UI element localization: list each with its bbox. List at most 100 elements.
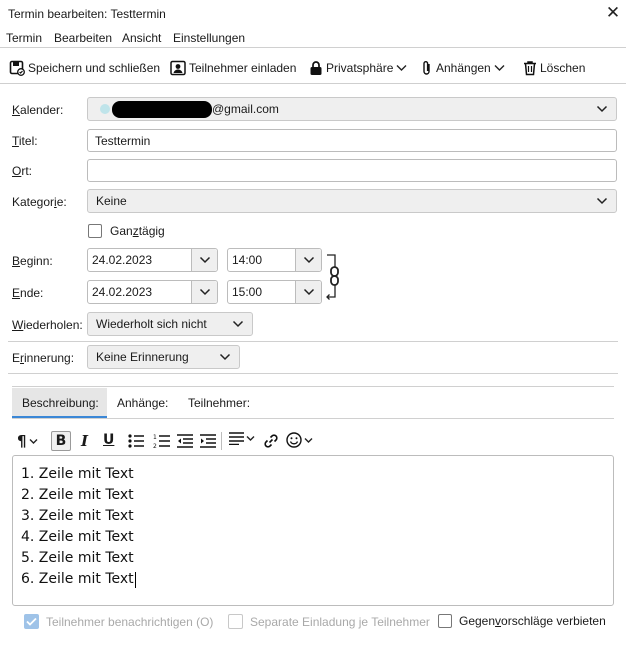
- end-time-dropdown[interactable]: [295, 281, 321, 303]
- chevron-down-icon: [494, 65, 505, 71]
- attach-button[interactable]: Anhängen: [421, 59, 505, 77]
- invite-button[interactable]: Teilnehmer einladen: [170, 59, 296, 77]
- chevron-down-icon: [199, 288, 210, 296]
- tab-teilnehmer[interactable]: Teilnehmer:: [188, 396, 250, 410]
- reminder-select[interactable]: Keine Erinnerung: [87, 345, 240, 369]
- title-input[interactable]: Testtermin: [87, 129, 617, 152]
- outdent-icon[interactable]: [177, 434, 193, 448]
- description-line: 4. Zeile mit Text: [21, 529, 134, 545]
- chevron-down-icon: [219, 353, 231, 361]
- invite-icon: [170, 60, 186, 76]
- bulleted-list-icon[interactable]: [128, 434, 144, 448]
- checkmark-icon: [26, 617, 37, 626]
- end-time-value: 15:00: [232, 285, 263, 299]
- tab-beschreibung-label: Beschreibung:: [22, 396, 99, 410]
- chevron-down-icon: [199, 256, 210, 264]
- title-label: Titel:: [12, 134, 38, 148]
- delete-label: Löschen: [540, 61, 586, 75]
- bold-button[interactable]: B: [51, 431, 71, 451]
- notify-attendees-checkbox[interactable]: [24, 614, 39, 629]
- disallow-counter-row[interactable]: Gegenvorschläge verbieten: [438, 614, 606, 628]
- numbered-list-icon[interactable]: 1 2: [153, 433, 170, 449]
- chevron-down-icon: [596, 197, 608, 205]
- divider: [8, 341, 618, 342]
- notify-attendees-label: Teilnehmer benachrichtigen (O): [46, 614, 214, 629]
- paperclip-icon: [423, 61, 430, 75]
- repeat-value: Wiederholt sich nicht: [96, 317, 207, 331]
- menu-bar: Termin Bearbeiten Ansicht Einstellungen: [0, 30, 626, 48]
- start-date-value: 24.02.2023: [92, 253, 153, 267]
- emoji-button[interactable]: [286, 432, 313, 448]
- end-date-value: 24.02.2023: [92, 285, 153, 299]
- end-date-dropdown[interactable]: [191, 281, 217, 303]
- svg-text:2: 2: [153, 443, 157, 449]
- link-times-icon[interactable]: [324, 252, 342, 302]
- chain-link-icon[interactable]: [263, 433, 279, 449]
- underline-icon: U: [103, 432, 115, 448]
- paragraph-format-button[interactable]: ¶: [17, 432, 38, 450]
- bold-icon: B: [55, 433, 67, 449]
- calendar-color-dot: [100, 104, 110, 114]
- underline-button[interactable]: U: [103, 432, 114, 448]
- indent-icon[interactable]: [200, 434, 216, 448]
- chevron-down-icon: [396, 65, 407, 71]
- chevron-down-icon: [303, 256, 314, 264]
- allday-checkbox-row[interactable]: Ganztägig: [88, 224, 165, 238]
- location-input[interactable]: [87, 159, 617, 182]
- align-button[interactable]: [229, 432, 255, 445]
- disallow-counter-checkbox[interactable]: [438, 614, 452, 628]
- description-editor[interactable]: 1. Zeile mit Text 2. Zeile mit Text 3. Z…: [12, 455, 614, 606]
- end-label: Ende:: [12, 286, 44, 300]
- tabs-top-border: [12, 386, 614, 387]
- lock-icon: [310, 61, 322, 75]
- category-value: Keine: [96, 194, 127, 208]
- start-time-picker[interactable]: 14:00: [227, 248, 322, 272]
- window-titlebar: Termin bearbeiten: Testtermin ✕: [0, 0, 626, 28]
- smiley-icon: [286, 432, 302, 448]
- menu-termin[interactable]: Termin: [6, 31, 42, 45]
- save-close-button[interactable]: Speichern und schließen: [9, 59, 160, 77]
- italic-icon: I: [81, 432, 89, 450]
- description-line: 2. Zeile mit Text: [21, 487, 134, 503]
- repeat-select[interactable]: Wiederholt sich nicht: [87, 312, 253, 336]
- category-select[interactable]: Keine: [87, 189, 617, 213]
- description-line: 6. Zeile mit Text: [21, 571, 134, 587]
- tab-anhaenge[interactable]: Anhänge:: [117, 396, 168, 410]
- allday-checkbox[interactable]: [88, 224, 102, 238]
- close-icon[interactable]: ✕: [604, 3, 622, 23]
- toolbar: Speichern und schließen Teilnehmer einla…: [0, 52, 626, 84]
- description-line: 5. Zeile mit Text: [21, 550, 134, 566]
- end-time-picker[interactable]: 15:00: [227, 280, 322, 304]
- svg-text:1: 1: [153, 434, 157, 441]
- chevron-down-icon: [232, 320, 244, 328]
- privacy-label: Privatsphäre: [326, 61, 394, 75]
- italic-button[interactable]: I: [81, 432, 88, 450]
- separate-invite-checkbox[interactable]: [228, 614, 243, 629]
- menu-bearbeiten[interactable]: Bearbeiten: [54, 31, 112, 45]
- chevron-down-icon: [303, 288, 314, 296]
- trash-icon: [524, 61, 536, 76]
- start-time-dropdown[interactable]: [295, 249, 321, 271]
- calendar-label: Kalender:: [12, 103, 64, 117]
- window-title: Termin bearbeiten: Testtermin: [8, 7, 166, 21]
- start-date-picker[interactable]: 24.02.2023: [87, 248, 218, 272]
- chevron-down-icon: [596, 105, 608, 113]
- separate-invite-row[interactable]: Separate Einladung je Teilnehmer: [228, 614, 430, 629]
- menu-ansicht[interactable]: Ansicht: [122, 31, 161, 45]
- notify-attendees-row[interactable]: Teilnehmer benachrichtigen (O): [24, 614, 213, 629]
- chevron-down-icon: [246, 436, 255, 441]
- description-line: 3. Zeile mit Text: [21, 508, 134, 524]
- invite-label: Teilnehmer einladen: [189, 61, 297, 75]
- allday-label: Ganztägig: [110, 224, 165, 238]
- privacy-button[interactable]: Privatsphäre: [309, 59, 407, 77]
- end-date-picker[interactable]: 24.02.2023: [87, 280, 218, 304]
- start-label: Beginn:: [12, 254, 53, 268]
- start-date-dropdown[interactable]: [191, 249, 217, 271]
- delete-button[interactable]: Löschen: [523, 59, 585, 77]
- calendar-select[interactable]: @gmail.com: [87, 97, 617, 121]
- text-caret: [134, 571, 136, 588]
- menu-einstellungen[interactable]: Einstellungen: [173, 31, 245, 45]
- save-close-label: Speichern und schließen: [28, 61, 161, 75]
- chevron-down-icon: [29, 438, 38, 444]
- description-line: 1. Zeile mit Text: [21, 466, 134, 482]
